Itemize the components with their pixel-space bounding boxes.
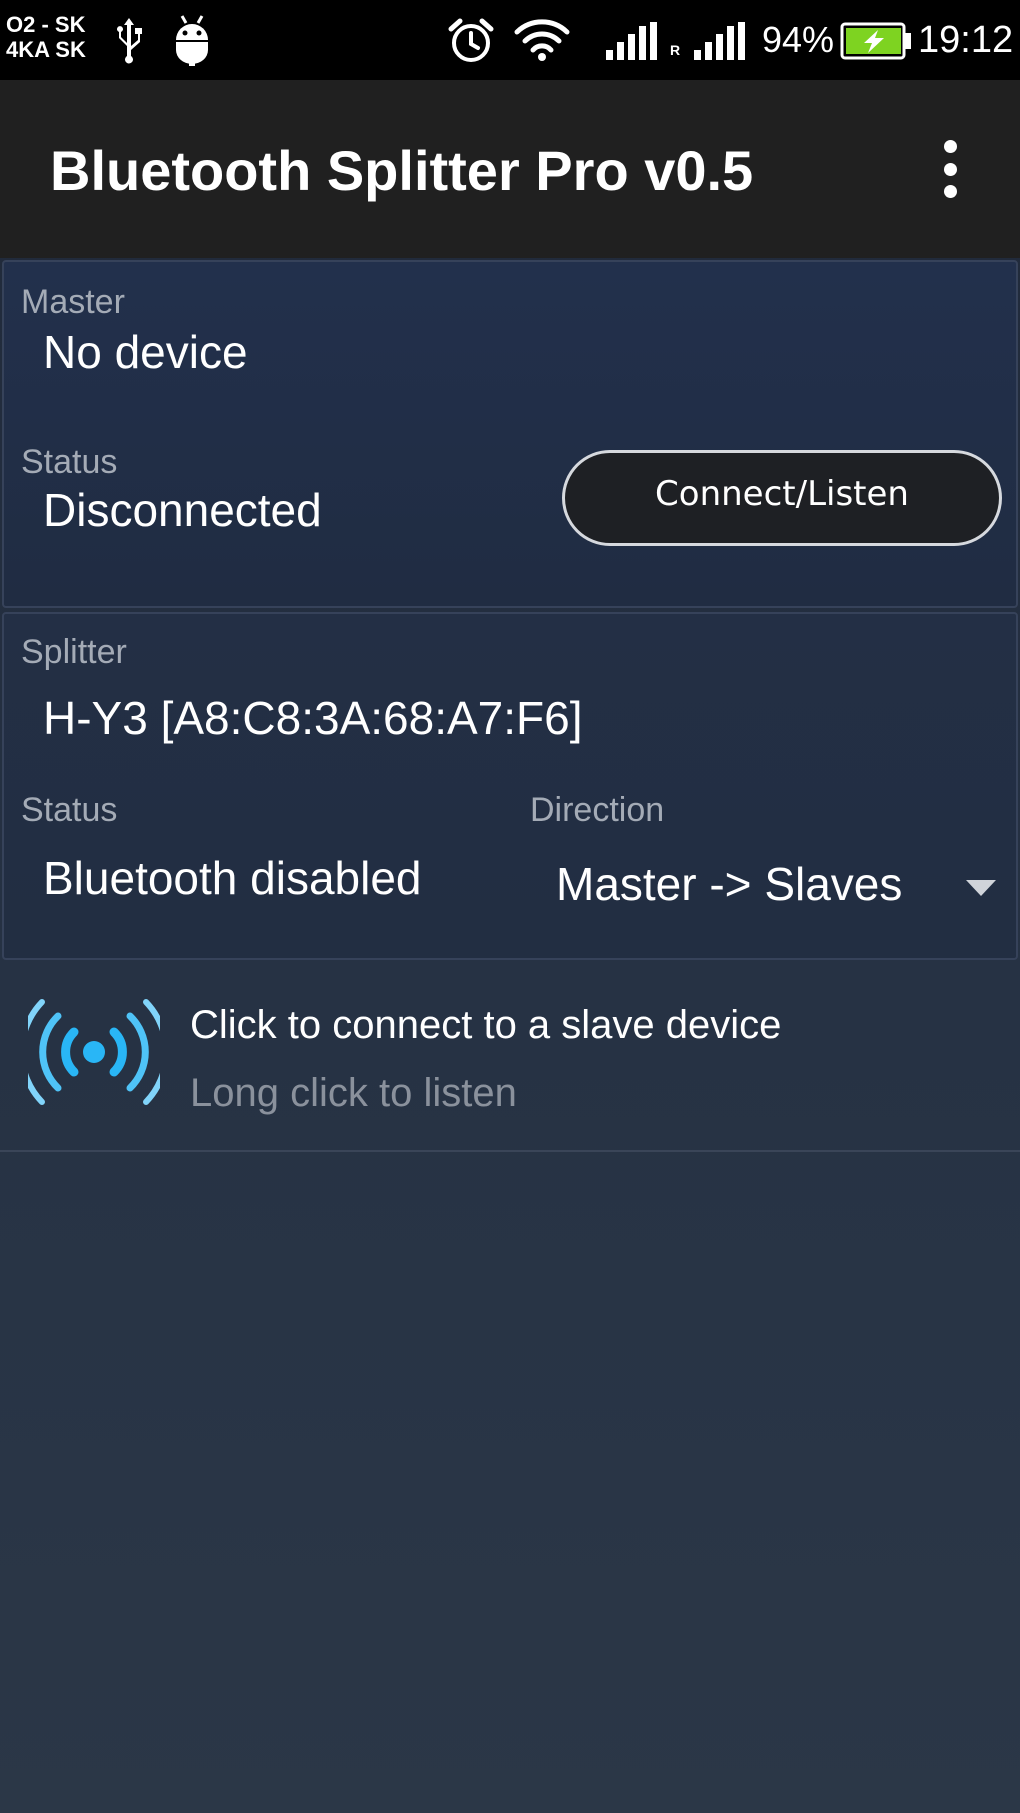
signal-icon bbox=[606, 22, 657, 60]
status-bar: O2 - SK 4KA SK R 94% 19:12 bbox=[0, 0, 1020, 80]
slave-item-secondary-text: Long click to listen bbox=[190, 1071, 517, 1115]
master-section-label: Master bbox=[21, 283, 125, 321]
broadcast-icon bbox=[28, 999, 160, 1105]
master-device: No device bbox=[43, 326, 248, 378]
dropdown-arrow-icon bbox=[966, 880, 996, 896]
clock: 19:12 bbox=[918, 19, 1014, 61]
wifi-icon bbox=[514, 19, 570, 61]
alarm-icon bbox=[448, 18, 494, 62]
splitter-section-label: Splitter bbox=[21, 633, 127, 671]
direction-dropdown[interactable]: Master -> Slaves bbox=[556, 850, 996, 920]
carrier-info: O2 - SK 4KA SK bbox=[6, 12, 86, 62]
splitter-status-label: Status bbox=[21, 791, 118, 829]
carrier-line-2: 4KA SK bbox=[6, 37, 86, 62]
list-divider bbox=[0, 1150, 1020, 1152]
usb-icon bbox=[117, 18, 142, 64]
carrier-line-1: O2 - SK bbox=[6, 12, 86, 37]
connect-slave-list-item[interactable]: Click to connect to a slave device Long … bbox=[0, 962, 1020, 1152]
splitter-panel: Splitter H-Y3 [A8:C8:3A:68:A7:F6] Status… bbox=[2, 612, 1018, 960]
battery-charging-icon bbox=[840, 22, 911, 60]
master-panel: Master No device Status Disconnected Con… bbox=[2, 260, 1018, 608]
android-debug-icon bbox=[176, 15, 208, 66]
roaming-indicator: R bbox=[670, 42, 681, 58]
action-bar: Bluetooth Splitter Pro v0.5 bbox=[0, 80, 1020, 258]
connect-listen-button[interactable]: Connect/Listen bbox=[562, 450, 1002, 546]
master-status-label: Status bbox=[21, 443, 118, 481]
direction-selected-value: Master -> Slaves bbox=[556, 858, 903, 910]
app-title: Bluetooth Splitter Pro v0.5 bbox=[50, 139, 754, 202]
direction-label: Direction bbox=[530, 791, 665, 829]
splitter-device: H-Y3 [A8:C8:3A:68:A7:F6] bbox=[43, 692, 583, 744]
master-status: Disconnected bbox=[43, 484, 322, 536]
splitter-status: Bluetooth disabled bbox=[43, 852, 422, 904]
slave-item-primary-text: Click to connect to a slave device bbox=[190, 1003, 782, 1047]
app-screen: O2 - SK 4KA SK R 94% 19:12 Bluetooth Spl… bbox=[0, 0, 1020, 1813]
signal-icon bbox=[694, 22, 745, 60]
overflow-menu-icon[interactable] bbox=[926, 136, 974, 202]
battery-percent: 94% bbox=[762, 19, 835, 60]
